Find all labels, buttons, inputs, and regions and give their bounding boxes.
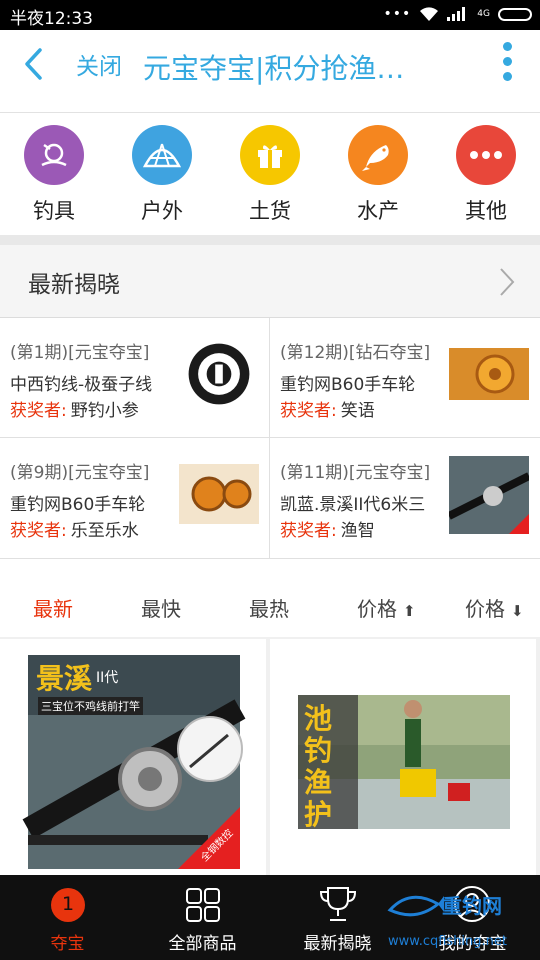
sort-price-desc[interactable]: 价格 ⬇ [465,593,524,622]
grid-divider-horizontal [0,437,540,438]
reveal-winner: 获奖者: 渔智 [280,521,375,541]
reveal-item[interactable]: (第12期)[钻石夺宝] 重钓网B60手车轮 获奖者: 笑语 [270,318,539,437]
page-title: 元宝夺宝|积分抢渔… [143,52,405,85]
latest-reveal-grid: (第1期)[元宝夺宝] 中西钓线-极蚕子线 获奖者: 野钓小参 (第12期)[钻石… [0,318,540,558]
tab-label: 最新揭晓 [303,934,372,954]
reveal-product-name: 凯蓝.景溪II代6米三 [280,495,426,515]
category-fishing-gear[interactable]: 钓具 [24,113,84,235]
grid-icon [186,888,220,922]
trophy-icon [319,887,357,921]
category-label: 其他 [465,199,507,223]
product-headline: 景溪 [36,662,93,695]
notification-dots: ••• [383,6,412,22]
latest-reveal-header[interactable]: 最新揭晓 [0,245,540,318]
product-thumbnail [449,348,529,400]
reveal-period: (第9期)[元宝夺宝] [10,463,150,483]
fish-icon [348,125,408,185]
title-bar: 关闭 元宝夺宝|积分抢渔… [0,30,540,113]
category-other[interactable]: 其他 [456,113,516,235]
tent-icon [132,125,192,185]
category-outdoor[interactable]: 户外 [132,113,192,235]
gift-icon [240,125,300,185]
product-thumbnail [181,336,257,412]
tab-all-products[interactable]: 全部商品 [135,875,270,960]
product-headline: 池钓渔护 [304,702,333,831]
category-label: 钓具 [33,199,75,223]
close-button[interactable]: 关闭 [76,47,122,81]
more-menu-icon[interactable] [500,42,514,86]
arrow-down-icon: ⬇ [511,602,524,620]
category-row: 钓具 户外 土货 水产 其他 [0,113,540,235]
tab-latest-reveal[interactable]: 最新揭晓 [270,875,405,960]
more-icon [456,125,516,185]
category-local-goods[interactable]: 土货 [240,113,300,235]
sort-fastest[interactable]: 最快 [141,593,181,622]
sort-price-asc[interactable]: 价格 ⬆ [357,593,416,622]
reveal-item[interactable]: (第1期)[元宝夺宝] 中西钓线-极蚕子线 获奖者: 野钓小参 [0,318,269,437]
tab-treasure[interactable]: 1 夺宝 [0,875,135,960]
category-label: 户外 [141,199,183,223]
site-watermark: 重钓网 www.cqfishing.net [386,884,536,954]
reveal-winner: 获奖者: 笑语 [280,401,375,421]
status-bar: 半夜12:33 ••• 4G [0,0,540,30]
sort-bar: 最新 最快 最热 价格 ⬆ 价格 ⬇ [0,558,540,638]
network-badge: 4G [477,9,490,19]
reveal-product-name: 重钓网B60手车轮 [10,495,146,515]
chevron-right-icon [500,268,515,296]
status-icons: ••• 4G [384,6,532,22]
watermark-fish-logo [387,895,444,917]
product-subtitle: II代 [96,670,119,686]
tab-badge-count: 1 [61,893,75,915]
watermark-url: www.cqfishing.net [388,934,508,949]
arrow-up-icon: ⬆ [403,602,416,620]
battery-icon [498,7,532,21]
product-thumbnail [179,464,259,524]
product-card[interactable]: 景溪 II代 三宝位不鸡线前打竿 全钢数控 [0,639,266,875]
reveal-winner: 获奖者: 乐至乐水 [10,521,139,541]
category-label: 水产 [357,199,399,223]
section-divider [0,235,540,245]
product-banner: 三宝位不鸡线前打竿 [38,697,143,715]
category-label: 土货 [249,199,291,223]
product-grid: 景溪 II代 三宝位不鸡线前打竿 全钢数控 池钓渔护 [0,637,540,875]
reveal-period: (第12期)[钻石夺宝] [280,343,431,363]
grid-divider-vertical [269,318,270,558]
sort-hottest[interactable]: 最热 [249,593,289,622]
latest-reveal-title: 最新揭晓 [28,272,120,298]
back-arrow-icon[interactable] [18,46,54,82]
wifi-icon [420,7,439,21]
reveal-product-name: 重钓网B60手车轮 [280,375,416,395]
reveal-period: (第1期)[元宝夺宝] [10,343,150,363]
reveal-winner: 获奖者: 野钓小参 [10,401,139,421]
reveal-item[interactable]: (第11期)[元宝夺宝] 凯蓝.景溪II代6米三 获奖者: 渔智 [270,438,539,557]
reveal-item[interactable]: (第9期)[元宝夺宝] 重钓网B60手车轮 获奖者: 乐至乐水 [0,438,269,557]
watermark-brand: 重钓网 [442,894,502,918]
tab-label: 夺宝 [50,934,85,954]
product-thumbnail [449,456,529,534]
fishing-reel-icon [24,125,84,185]
status-time: 半夜12:33 [10,9,93,29]
reveal-period: (第11期)[元宝夺宝] [280,463,431,483]
product-card[interactable]: 池钓渔护 [270,639,536,875]
reveal-product-name: 中西钓线-极蚕子线 [10,375,153,395]
sort-newest[interactable]: 最新 [33,593,73,622]
category-aquatic[interactable]: 水产 [348,113,408,235]
tab-label: 全部商品 [168,934,237,954]
signal-icon [447,7,466,21]
